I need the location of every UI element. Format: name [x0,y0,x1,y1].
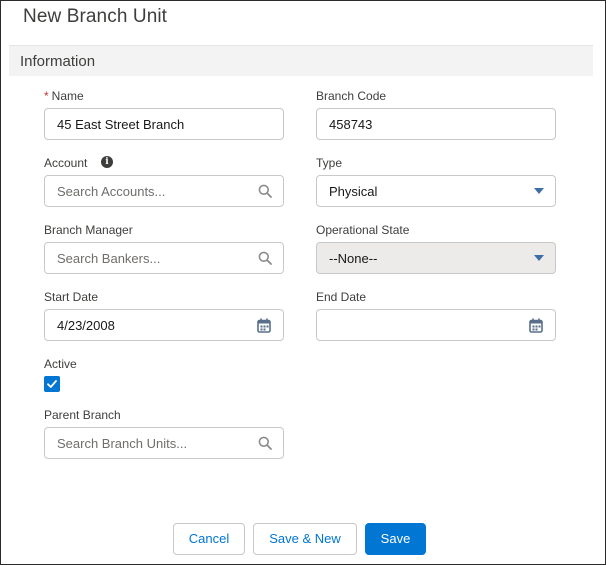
search-icon [258,184,272,198]
end-date-input[interactable] [316,309,556,341]
chevron-down-icon [534,255,544,261]
name-label-text: Name [51,89,84,103]
type-label: Type [316,156,343,170]
info-icon[interactable]: i [101,156,113,168]
account-placeholder: Search Accounts... [57,184,166,199]
start-date-input[interactable]: 4/23/2008 [44,309,284,341]
operational-state-select[interactable]: --None-- [316,242,556,274]
save-button[interactable]: Save [365,523,426,555]
account-label: Account [44,156,88,170]
branch-manager-placeholder: Search Bankers... [57,251,161,266]
required-marker: * [44,89,49,103]
name-input[interactable]: 45 East Street Branch [44,108,284,140]
operational-state-label: Operational State [316,223,410,237]
section-header: Information [9,45,593,76]
parent-branch-lookup-input[interactable]: Search Branch Units... [44,427,284,459]
search-icon [258,436,272,450]
end-date-label: End Date [316,290,367,304]
operational-state-value: --None-- [329,251,378,266]
branch-code-value: 458743 [329,117,373,132]
save-and-new-button[interactable]: Save & New [253,523,357,555]
branch-code-input[interactable]: 458743 [316,108,556,140]
start-date-value: 4/23/2008 [57,318,115,333]
section-title: Information [20,53,96,70]
type-value: Physical [329,184,378,199]
parent-branch-placeholder: Search Branch Units... [57,436,188,451]
calendar-icon[interactable] [257,318,271,333]
modal-dialog: New Branch Unit Information * Name 45 Eas… [0,0,606,565]
dialog-title: New Branch Unit [23,6,168,27]
type-select[interactable]: Physical [316,175,556,207]
name-label: * Name [44,89,84,103]
search-icon [258,251,272,265]
cancel-button[interactable]: Cancel [173,523,245,555]
active-label: Active [44,357,77,371]
name-value: 45 East Street Branch [57,117,185,132]
branch-manager-label: Branch Manager [44,223,133,237]
chevron-down-icon [534,188,544,194]
parent-branch-label: Parent Branch [44,408,121,422]
calendar-icon[interactable] [529,318,543,333]
checkmark-icon [47,380,57,388]
branch-code-label: Branch Code [316,89,387,103]
account-lookup-input[interactable]: Search Accounts... [44,175,284,207]
start-date-label: Start Date [44,290,99,304]
active-checkbox[interactable] [44,376,60,392]
branch-manager-lookup-input[interactable]: Search Bankers... [44,242,284,274]
